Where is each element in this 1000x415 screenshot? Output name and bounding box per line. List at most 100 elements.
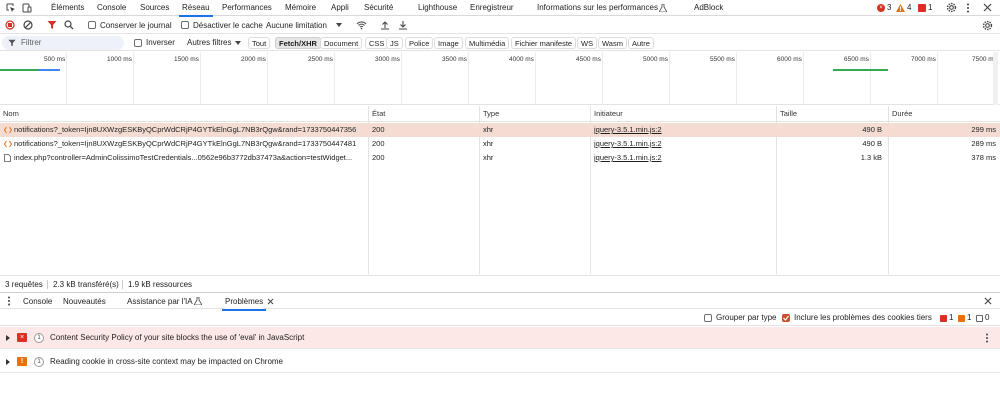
issue-flag-icon xyxy=(918,3,926,12)
tab-console[interactable]: Console xyxy=(97,0,126,16)
preserve-log-checkbox[interactable] xyxy=(88,21,96,29)
issue-count: 1 xyxy=(34,333,44,343)
timeline-request-bar xyxy=(38,69,60,71)
request-initiator-link[interactable]: jquery-3.5.1.min.js:2 xyxy=(594,137,662,151)
filter-chip-media[interactable]: Multimédia xyxy=(465,37,510,49)
filter-chip-ws[interactable]: WS xyxy=(577,37,598,49)
invert-checkbox[interactable] xyxy=(134,39,142,47)
filter-chip-wasm[interactable]: Wasm xyxy=(598,37,627,49)
group-by-type-checkbox[interactable] xyxy=(704,314,712,322)
issue-error-count: 1 xyxy=(940,314,953,322)
issue-title: Reading cookie in cross-site context may… xyxy=(50,357,283,366)
include-third-party-checkbox[interactable] xyxy=(782,314,790,322)
tab-lighthouse[interactable]: Lighthouse xyxy=(418,0,457,16)
column-initiator[interactable]: Initiateur xyxy=(591,106,623,122)
issue-flag-icon xyxy=(940,314,947,322)
filter-chip-js[interactable]: JS xyxy=(386,37,403,49)
error-count-badge[interactable]: × 3 xyxy=(877,3,891,12)
filter-chip-all[interactable]: Tout xyxy=(248,37,271,49)
issue-row[interactable]: ! 1 Reading cookie in cross-site context… xyxy=(0,351,1000,373)
settings-gear-icon[interactable] xyxy=(946,2,957,13)
request-name: index.php?controller=AdminColissimoTestC… xyxy=(14,153,353,162)
timeline-tick: 500 ms xyxy=(44,56,66,63)
device-toolbar-icon[interactable] xyxy=(22,3,32,13)
timeline-tick: 3000 ms xyxy=(375,56,400,63)
column-time[interactable]: Durée xyxy=(889,106,912,122)
filter-chip-css[interactable]: CSS xyxy=(365,37,389,49)
more-options-icon[interactable] xyxy=(985,333,989,343)
disable-cache-label: Désactiver le cache xyxy=(193,21,263,30)
requests-table-header: Nom État Type Initiateur Taille Durée xyxy=(0,106,1000,122)
timeline-tick: 5000 ms xyxy=(643,56,668,63)
export-har-icon[interactable] xyxy=(398,20,408,30)
timeline-tick: 5500 ms xyxy=(710,56,735,63)
timeline-tick: 4000 ms xyxy=(509,56,534,63)
request-initiator-link[interactable]: jquery-3.5.1.min.js:2 xyxy=(594,123,662,137)
tab-performance-insights[interactable]: Informations sur les performances xyxy=(537,0,658,16)
table-row[interactable]: index.php?controller=AdminColissimoTestC… xyxy=(0,151,1000,165)
timeline-overview[interactable]: 500 ms 1000 ms 1500 ms 2000 ms 2500 ms 3… xyxy=(0,52,1000,105)
close-drawer-icon[interactable] xyxy=(984,297,992,305)
column-status[interactable]: État xyxy=(369,106,385,122)
request-initiator-link[interactable]: jquery-3.5.1.min.js:2 xyxy=(594,151,662,165)
filter-bar: Filtrer Inverser Autres filtres Tout Fet… xyxy=(0,35,1000,51)
close-tab-icon[interactable] xyxy=(267,298,274,305)
xhr-request-icon xyxy=(4,126,12,134)
search-icon[interactable] xyxy=(64,20,74,30)
inspect-element-icon[interactable] xyxy=(6,3,16,13)
network-settings-icon[interactable] xyxy=(982,20,993,31)
timeline-tick: 1000 ms xyxy=(107,56,132,63)
preserve-log-label: Conserver le journal xyxy=(100,21,172,30)
filter-chip-fetch-xhr[interactable]: Fetch/XHR xyxy=(275,37,321,49)
include-third-party-label: Inclure les problèmes des cookies tiers xyxy=(794,313,932,322)
drawer-tab-whats-new[interactable]: Nouveautés xyxy=(63,293,106,310)
disable-cache-checkbox[interactable] xyxy=(181,21,189,29)
timeline-scrollbar[interactable] xyxy=(993,52,998,105)
filter-chip-manifest[interactable]: Fichier manifeste xyxy=(511,37,577,49)
filter-chip-other[interactable]: Autre xyxy=(628,37,654,49)
tab-sources[interactable]: Sources xyxy=(140,0,169,16)
clear-icon[interactable] xyxy=(23,20,33,30)
filter-input[interactable]: Filtrer xyxy=(2,36,124,50)
drawer-menu-icon[interactable] xyxy=(7,296,11,306)
column-type[interactable]: Type xyxy=(480,106,499,122)
table-row[interactable]: notifications?_token=Ijn8UXWzgESKByQCprW… xyxy=(0,137,1000,151)
network-conditions-icon[interactable] xyxy=(356,20,367,30)
warning-icon xyxy=(896,3,905,12)
drawer-tab-console[interactable]: Console xyxy=(23,293,52,310)
import-har-icon[interactable] xyxy=(380,20,390,30)
tab-recorder[interactable]: Enregistreur xyxy=(470,0,514,16)
info-count-badge[interactable]: 1 xyxy=(918,3,932,12)
tab-performance[interactable]: Performances xyxy=(222,0,272,16)
request-size: 1.3 kB xyxy=(860,153,882,162)
expand-caret-icon[interactable] xyxy=(6,335,10,341)
tab-memory[interactable]: Mémoire xyxy=(285,0,316,16)
timeline-tick: 7000 ms xyxy=(911,56,936,63)
tab-security[interactable]: Sécurité xyxy=(364,0,393,16)
timeline-tick: 2500 ms xyxy=(308,56,333,63)
more-filters-dropdown[interactable]: Autres filtres xyxy=(187,35,231,51)
more-options-icon[interactable] xyxy=(966,3,970,13)
tab-adblock[interactable]: AdBlock xyxy=(694,0,723,16)
filter-chip-font[interactable]: Police xyxy=(405,37,434,49)
timeline-request-bar xyxy=(833,69,888,71)
column-name[interactable]: Nom xyxy=(0,106,19,122)
tab-elements[interactable]: Éléments xyxy=(51,0,84,16)
table-row[interactable]: notifications?_token=Ijn8UXWzgESKByQCprW… xyxy=(0,123,1000,137)
drawer-tab-issues[interactable]: Problèmes xyxy=(221,293,267,311)
filter-chip-document[interactable]: Document xyxy=(320,37,363,49)
tab-network[interactable]: Réseau xyxy=(179,0,213,17)
throttling-select[interactable]: Aucune limitation xyxy=(266,17,327,34)
filter-placeholder: Filtrer xyxy=(21,38,42,47)
filter-funnel-icon[interactable] xyxy=(47,20,57,30)
drawer-tab-ai-assistance[interactable]: Assistance par l'IA xyxy=(127,293,193,310)
record-stop-icon[interactable] xyxy=(5,20,15,30)
close-devtools-icon[interactable] xyxy=(983,3,992,12)
tab-application[interactable]: Appli xyxy=(331,0,349,16)
warning-count-badge[interactable]: 4 xyxy=(896,3,911,12)
expand-caret-icon[interactable] xyxy=(6,359,10,365)
column-size[interactable]: Taille xyxy=(777,106,797,122)
filter-chip-image[interactable]: Image xyxy=(434,37,463,49)
issue-row[interactable]: × 1 Content Security Policy of your site… xyxy=(0,327,1000,349)
error-icon: × xyxy=(877,3,885,12)
